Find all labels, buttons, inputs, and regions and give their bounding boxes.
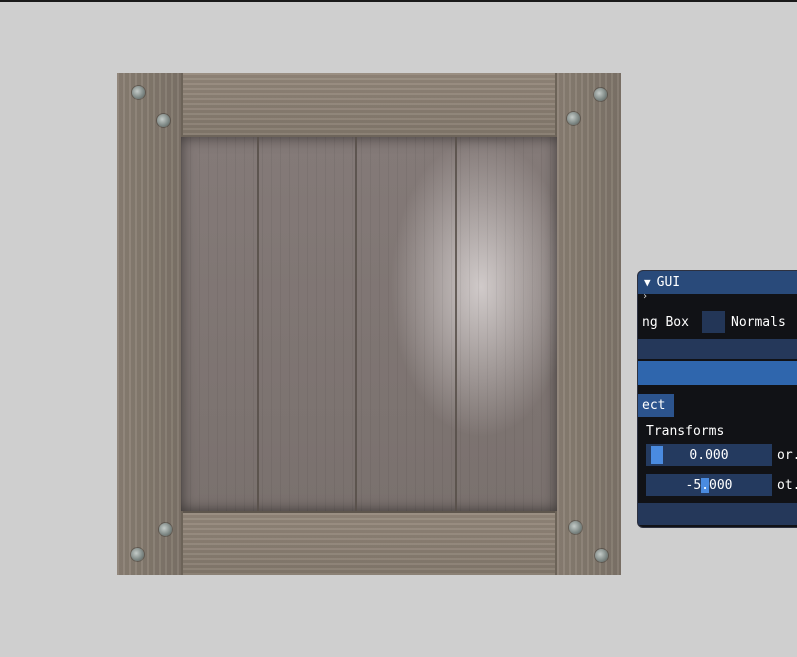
normals-checkbox[interactable] [702,311,725,333]
gui-title-label: GUI [656,275,681,290]
plank-seam [257,137,259,511]
nail-icon [157,114,170,127]
slider-bar[interactable] [638,339,797,359]
gui-title-bar[interactable]: ▼ GUI [638,271,797,294]
crate-bottom-board [117,510,621,575]
transform-input-2-text-after: 000 [709,477,733,493]
nail-icon [131,548,144,561]
select-button-label: ect [642,398,666,413]
slider-grab-handle[interactable] [651,446,663,464]
crate-left-post [117,73,183,575]
plank-seam [355,137,357,511]
selected-bar[interactable] [638,361,797,385]
nail-icon [595,549,608,562]
gui-panel[interactable]: ▼ GUI › ng Box Normals ect Transforms 0.… [638,271,797,527]
transform-input-1-label: or. [777,448,797,463]
normals-label: Normals [731,315,786,330]
tree-node-arrow-icon[interactable]: › [642,291,648,302]
bottom-bar[interactable] [638,503,797,525]
nail-icon [594,88,607,101]
crate-inner-panel [181,137,557,511]
crate-right-post [555,73,621,575]
transforms-header[interactable]: Transforms [646,424,724,439]
transform-input-2-label: ot. [777,478,797,493]
wooden-crate-render [117,73,621,575]
bounding-box-label: ng Box [642,315,689,330]
transform-input-2[interactable]: -5. 000 [646,474,772,496]
window-top-border [0,0,797,2]
plank-seam [455,137,457,511]
nail-icon [567,112,580,125]
crate-top-board [117,73,621,138]
nail-icon [569,521,582,534]
nail-icon [132,86,145,99]
select-button[interactable]: ect [638,394,674,417]
transform-input-1[interactable]: 0.000 [646,444,772,466]
nail-icon [159,523,172,536]
wood-grain [181,137,555,511]
transform-input-1-value: 0.000 [689,447,729,463]
collapse-arrow-icon[interactable]: ▼ [644,276,651,289]
transform-input-2-text-before: -5 [685,477,702,493]
text-cursor-selection: . [701,477,709,493]
